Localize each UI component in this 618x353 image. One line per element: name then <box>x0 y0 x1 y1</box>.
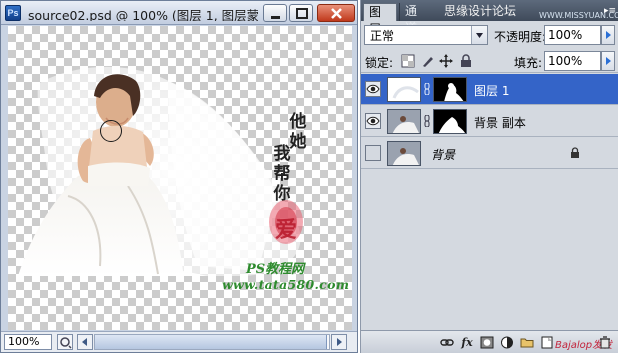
scrollbar-thumb[interactable] <box>95 335 327 349</box>
site-url-watermark: www.tata580.com <box>222 277 350 292</box>
chevron-down-icon[interactable] <box>471 26 487 44</box>
new-layer-button[interactable] <box>539 335 555 350</box>
arrow-right-icon <box>606 57 611 65</box>
layer-row-background[interactable]: 背景 <box>361 138 618 169</box>
panel-footer: fx Bajalop发发 <box>361 330 618 353</box>
blend-row: 正常 不透明度: 100% <box>361 22 618 48</box>
layer-name: 背景 副本 <box>474 116 526 130</box>
fill-slider-button[interactable] <box>601 51 615 71</box>
fx-icon: fx <box>461 336 473 349</box>
ps-tutorial-watermark: PS教程网 <box>246 262 305 277</box>
opacity-field[interactable]: 100% <box>544 25 601 45</box>
maximize-button[interactable] <box>289 4 313 22</box>
minimize-button[interactable] <box>263 4 287 22</box>
lock-label: 锁定: <box>365 56 394 70</box>
layer-mask-thumbnail[interactable] <box>433 77 467 102</box>
maximize-icon <box>296 8 308 19</box>
lock-transparent-icon[interactable] <box>401 54 415 68</box>
fill-field[interactable]: 100% <box>544 51 601 71</box>
status-icon <box>60 337 72 349</box>
opacity-label: 不透明度: <box>494 30 547 44</box>
layer-row-background-copy[interactable]: 背景 副本 <box>361 106 618 137</box>
link-layers-button[interactable] <box>439 335 455 350</box>
layer-row-layer-1[interactable]: 图层 1 <box>361 74 618 105</box>
zoom-field[interactable]: 100% <box>4 334 52 350</box>
fill-label: 填充: <box>514 56 543 70</box>
mask-icon <box>480 336 494 349</box>
layer-thumbnail[interactable] <box>387 141 421 166</box>
layer-thumbnail[interactable] <box>387 77 421 102</box>
chain-link-icon[interactable] <box>424 83 430 95</box>
horizontal-scrollbar[interactable] <box>94 334 330 350</box>
delete-layer-button[interactable] <box>597 335 613 350</box>
brush-cursor <box>100 120 122 142</box>
tab-channels[interactable]: 通道 <box>399 3 433 35</box>
lock-image-icon[interactable] <box>421 54 435 68</box>
chain-link-icon[interactable] <box>424 115 430 127</box>
layer-list: 图层 1 背景 副本 背景 <box>361 74 618 330</box>
layer-mask-thumbnail[interactable] <box>433 109 467 134</box>
scroll-right-button[interactable] <box>331 334 347 350</box>
chain-link-icon <box>440 339 454 346</box>
arrow-right-icon <box>606 31 611 39</box>
arrow-right-icon <box>337 338 342 346</box>
fx-button[interactable]: fx <box>459 335 475 350</box>
panel-menu-icon[interactable]: ▸≡ <box>604 5 616 17</box>
lock-all-icon[interactable] <box>459 54 473 68</box>
lock-row: 锁定: 填充: 100% <box>361 49 618 73</box>
ps-logo-icon: Ps <box>5 5 21 21</box>
layers-panel: 图层 通道 思缘设计论坛 WWW.MISSYUAN.COM ▸≡ 正常 不透明度… <box>360 0 618 353</box>
lock-icon <box>571 147 579 158</box>
eye-icon <box>366 116 380 126</box>
visibility-toggle[interactable] <box>365 113 381 129</box>
new-group-button[interactable] <box>519 335 535 350</box>
document-title: source02.psd @ 100% (图层 1, 图层蒙 <box>28 8 258 21</box>
panel-tab-bar: 图层 通道 思缘设计论坛 WWW.MISSYUAN.COM ▸≡ <box>361 0 618 36</box>
opacity-slider-button[interactable] <box>601 25 615 45</box>
layer-name: 图层 1 <box>474 84 510 98</box>
arrow-left-icon <box>82 338 87 346</box>
close-button[interactable] <box>317 4 355 22</box>
close-icon <box>331 8 342 19</box>
new-layer-icon <box>541 336 553 349</box>
visibility-toggle[interactable] <box>365 145 381 161</box>
visibility-toggle[interactable] <box>365 81 381 97</box>
minimize-icon <box>271 16 280 19</box>
layer-name: 背景 <box>431 148 456 162</box>
adjustment-layer-button[interactable] <box>499 335 515 350</box>
blend-mode-value: 正常 <box>370 29 395 43</box>
blend-mode-select[interactable]: 正常 <box>364 25 488 45</box>
folder-icon <box>520 338 534 348</box>
layer-thumbnail[interactable] <box>387 109 421 134</box>
document-window: Ps source02.psd @ 100% (图层 1, 图层蒙 他她 我帮你… <box>0 0 358 353</box>
scroll-left-button[interactable] <box>77 334 93 350</box>
document-title-bar[interactable]: Ps source02.psd @ 100% (图层 1, 图层蒙 <box>1 1 357 25</box>
canvas[interactable]: 他她 我帮你 爱 PS教程网 www.tata580.com <box>8 26 352 330</box>
lock-position-icon[interactable] <box>439 54 453 68</box>
calligraphy-col2: 我帮你 <box>273 144 291 204</box>
adjustment-icon <box>501 336 513 349</box>
eye-icon <box>366 84 380 94</box>
document-status-bar: 100% <box>1 331 357 352</box>
add-mask-button[interactable] <box>479 335 495 350</box>
trash-icon <box>600 336 610 349</box>
tab-layers[interactable]: 图层 <box>363 3 397 36</box>
seal-text: 爱 <box>274 217 297 243</box>
status-menu-button[interactable] <box>57 334 73 350</box>
